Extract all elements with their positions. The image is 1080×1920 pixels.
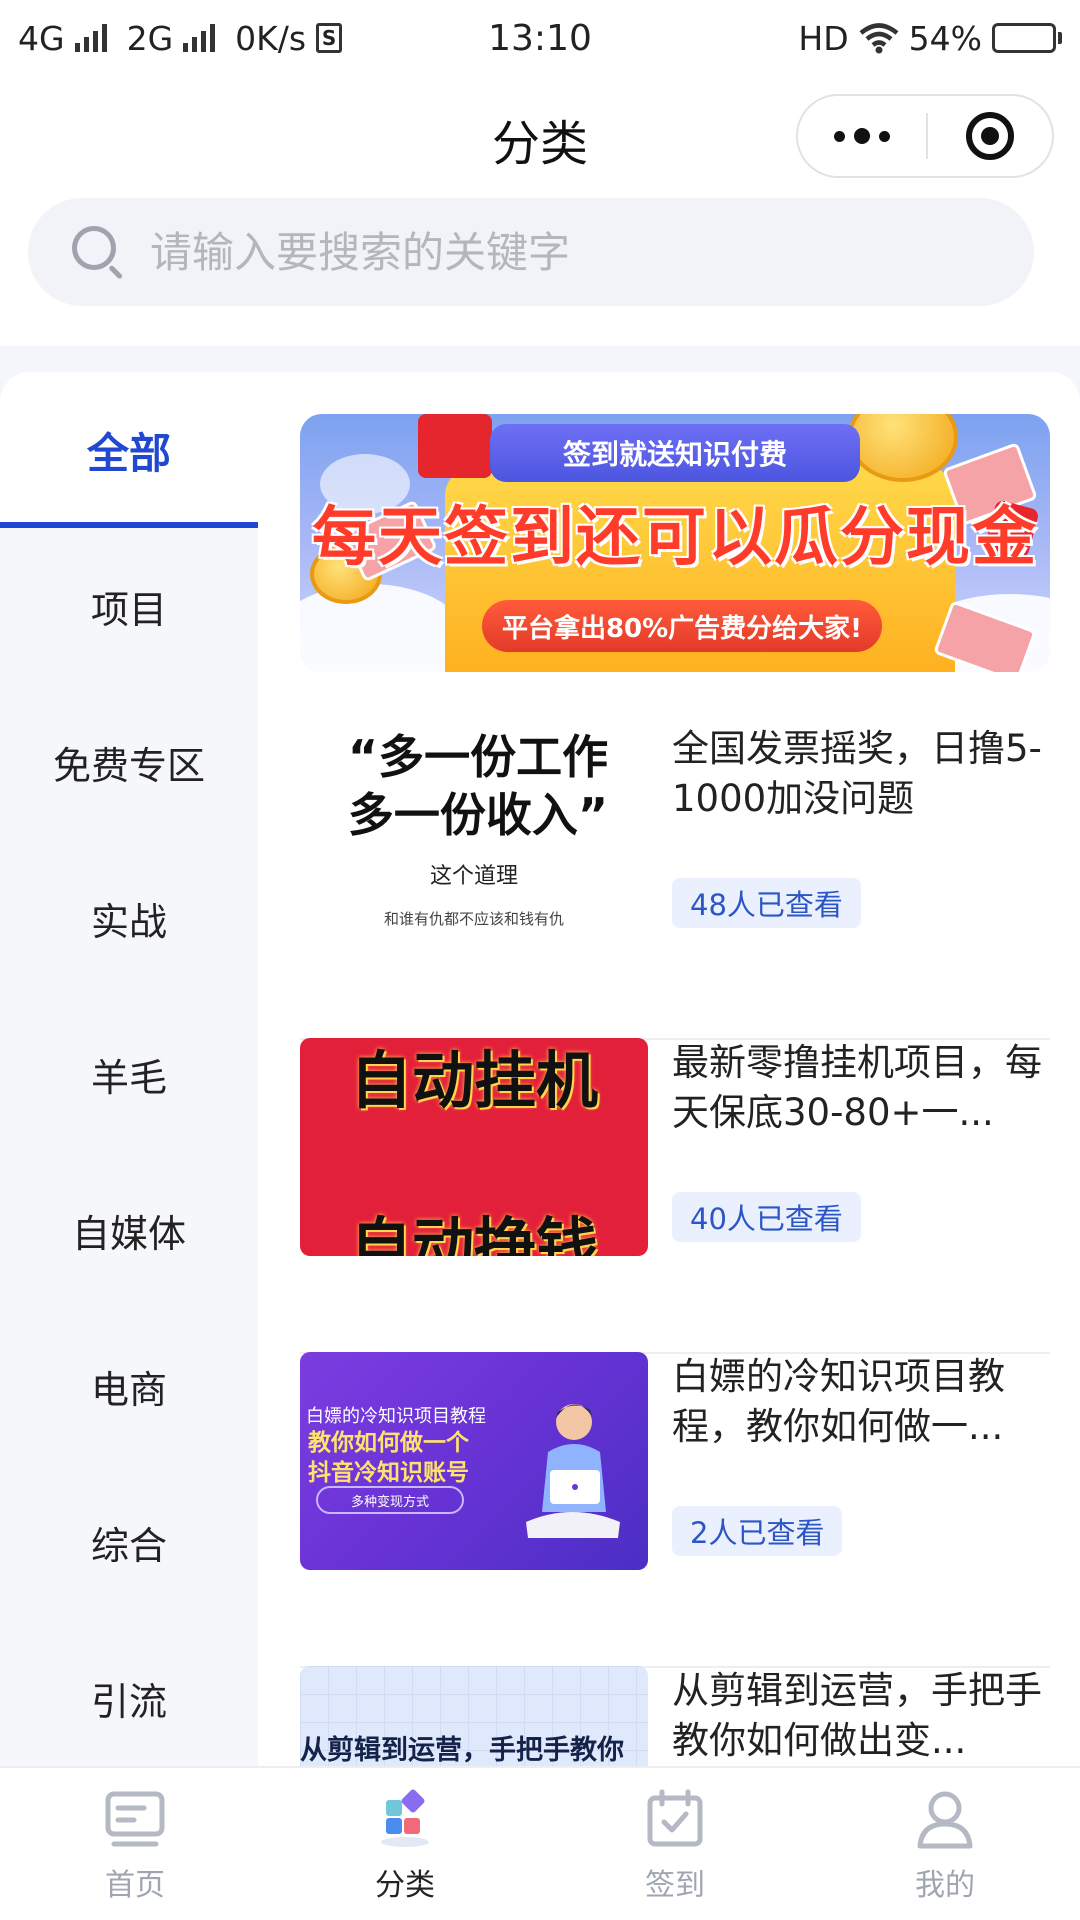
network-type-1: 4G: [18, 18, 65, 58]
tab-mine[interactable]: 我的: [810, 1768, 1080, 1920]
search-input[interactable]: [150, 227, 950, 277]
status-left: 4G 2G 0K/s S: [18, 18, 343, 58]
sidebar-item-traffic[interactable]: 引流: [0, 1620, 258, 1766]
sidebar-item-general[interactable]: 综合: [0, 1464, 258, 1620]
thumb-text: “多一份工作 多一份收入”: [347, 730, 609, 842]
list-item[interactable]: 白嫖的冷知识项目教程 教你如何做一个 抖音冷知识账号 多种变现方式 白嫖的冷知识项…: [300, 1352, 1050, 1668]
category-sidebar: 全部 项目 免费专区 实战 羊毛 自媒体 电商 综合 引流: [0, 372, 258, 1766]
thumb-text: 从剪辑到运营，手把手教你: [300, 1735, 624, 1766]
network-speed: 0K/s: [235, 18, 307, 58]
tab-checkin[interactable]: 签到: [540, 1768, 810, 1920]
article-title: 最新零撸挂机项目，每天保底30-80+一...: [672, 1041, 1042, 1134]
tab-label: 签到: [645, 1868, 705, 1903]
dot-icon: [854, 128, 870, 144]
nav-bar: 分类: [0, 76, 1080, 194]
dot-icon: [834, 130, 845, 142]
sidebar-item-practice[interactable]: 实战: [0, 840, 258, 996]
sidebar-item-ecommerce[interactable]: 电商: [0, 1308, 258, 1464]
promo-banner[interactable]: 签到就送知识付费 每天签到还可以瓜分现金 平台拿出80%广告费分给大家!: [300, 414, 1050, 672]
tab-label: 首页: [105, 1868, 165, 1903]
target-icon: [966, 112, 1014, 160]
article-thumbnail: “多一份工作 多一份收入” 这个道理 和谁有仇都不应该和钱有仇: [300, 724, 648, 942]
banner-subline: 平台拿出80%广告费分给大家!: [482, 600, 882, 652]
list-item[interactable]: 从剪辑到运营，手把手教你 从剪辑到运营，手把手教你如何做出变...: [300, 1666, 1050, 1766]
network-type-2: 2G: [126, 18, 174, 58]
status-bar: 4G 2G 0K/s S 13:10 HD 54%: [0, 0, 1080, 76]
search-bar[interactable]: [28, 198, 1034, 306]
calendar-check-icon: [647, 1789, 703, 1847]
view-count-badge: 2人已查看: [672, 1506, 843, 1556]
bottom-tab-bar: 首页 分类 签到 我的: [0, 1766, 1080, 1920]
view-count-badge: 40人已查看: [672, 1192, 861, 1242]
thumb-text: 多种变现方式: [316, 1486, 464, 1514]
thumb-text: 白嫖的冷知识项目教程: [306, 1406, 486, 1427]
battery-icon: [992, 23, 1062, 53]
banner-headline: 每天签到还可以瓜分现金: [312, 501, 1038, 575]
category-panel: 全部 项目 免费专区 实战 羊毛 自媒体 电商 综合 引流 签到就送知识付费 每…: [0, 372, 1080, 1766]
thumb-text: 自动挂机: [349, 1044, 598, 1117]
article-thumbnail: 自动挂机 自动挣钱: [300, 1038, 648, 1256]
sidebar-item-deals[interactable]: 羊毛: [0, 996, 258, 1152]
article-thumbnail: 从剪辑到运营，手把手教你: [300, 1666, 648, 1766]
thumb-text: 和谁有仇都不应该和钱有仇: [383, 910, 564, 928]
article-title: 白嫖的冷知识项目教程，教你如何做一...: [672, 1355, 1005, 1448]
home-screen-icon: [105, 1791, 165, 1847]
tab-label: 分类: [375, 1868, 435, 1903]
battery-percent: 54%: [908, 18, 982, 58]
sidebar-item-free[interactable]: 免费专区: [0, 684, 258, 840]
sidebar-item-projects[interactable]: 项目: [0, 528, 258, 684]
article-thumbnail: 白嫖的冷知识项目教程 教你如何做一个 抖音冷知识账号 多种变现方式: [300, 1352, 648, 1570]
wifi-icon: [859, 23, 899, 54]
content-list: 签到就送知识付费 每天签到还可以瓜分现金 平台拿出80%广告费分给大家! “多一…: [258, 372, 1080, 1766]
list-item[interactable]: “多一份工作 多一份收入” 这个道理 和谁有仇都不应该和钱有仇 全国发票摇奖，日撸…: [300, 724, 1050, 1040]
status-right: HD 54%: [798, 19, 1062, 58]
tab-category[interactable]: 分类: [270, 1768, 540, 1920]
hd-label: HD: [798, 18, 849, 58]
article-title: 从剪辑到运营，手把手教你如何做出变...: [672, 1669, 1042, 1762]
view-count-badge: 48人已查看: [672, 878, 861, 928]
list-item[interactable]: 自动挂机 自动挣钱 最新零撸挂机项目，每天保底30-80+一... 40人已查看: [300, 1038, 1050, 1354]
dot-icon: [879, 130, 890, 142]
sidebar-item-self-media[interactable]: 自媒体: [0, 1152, 258, 1308]
search-icon: [72, 226, 124, 280]
sim-icon: S: [316, 23, 343, 53]
category-icon: [381, 1789, 429, 1847]
article-title: 全国发票摇奖，日撸5-1000加没问题: [672, 727, 1042, 820]
user-icon: [917, 1791, 973, 1849]
mini-program-capsule: [796, 94, 1054, 178]
red-envelope-image: [418, 414, 492, 478]
signal-icon: [183, 24, 216, 52]
thumb-text: 这个道理: [429, 864, 518, 889]
more-options-button[interactable]: [798, 96, 926, 176]
person-laptop-illustration: [526, 1404, 620, 1538]
close-mini-program-button[interactable]: [928, 112, 1052, 160]
sidebar-item-all[interactable]: 全部: [0, 372, 258, 528]
tab-home[interactable]: 首页: [0, 1768, 270, 1920]
tab-label: 我的: [915, 1868, 975, 1903]
thumb-text: 自动挣钱: [349, 1210, 598, 1256]
signal-icon: [74, 24, 107, 52]
thumb-text: 教你如何做一个 抖音冷知识账号: [308, 1430, 469, 1486]
banner-tab-text: 签到就送知识付费: [490, 424, 860, 482]
